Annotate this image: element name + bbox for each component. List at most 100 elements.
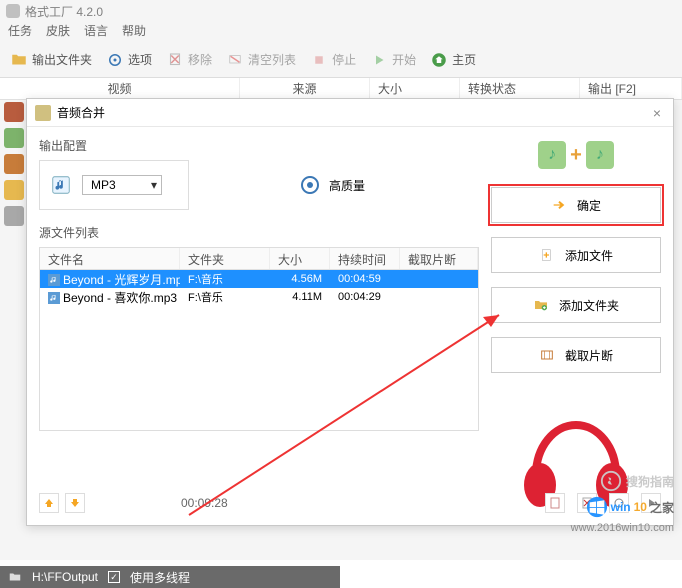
watermark: 搜狗指南 win10之家 www.2016win10.com: [571, 470, 674, 534]
quality-icon: [301, 176, 319, 194]
close-button[interactable]: ×: [649, 105, 665, 121]
format-value: MP3: [91, 178, 116, 192]
side-tab-1[interactable]: [4, 102, 24, 122]
format-select[interactable]: MP3: [82, 175, 162, 195]
source-table: 文件名 文件夹 大小 持续时间 截取片断 Beyond - 光辉岁月.mp3 F…: [39, 247, 479, 431]
options-label: 选项: [128, 51, 152, 68]
multithread-checkbox[interactable]: ✓: [108, 571, 120, 583]
note-icon: ♪: [538, 141, 566, 169]
side-tab-2[interactable]: [4, 128, 24, 148]
clip-icon: [539, 347, 555, 363]
side-tab-4[interactable]: [4, 180, 24, 200]
statusbar: H:\FFOutput ✓ 使用多线程: [0, 566, 340, 588]
clip-button[interactable]: 截取片断: [491, 337, 661, 373]
side-tab-5[interactable]: [4, 206, 24, 226]
watermark-host: www.2016win10.com: [571, 522, 674, 534]
menu-help[interactable]: 帮助: [122, 22, 146, 42]
menu-task[interactable]: 任务: [8, 22, 32, 42]
app-title: 格式工厂 4.2.0: [25, 3, 103, 20]
col-video[interactable]: 视频: [0, 78, 240, 99]
col-output[interactable]: 输出 [F2]: [580, 78, 682, 99]
th-size[interactable]: 大小: [270, 248, 330, 269]
merge-graphic: ♪ + ♪: [491, 137, 661, 173]
start-label: 开始: [392, 51, 416, 68]
dialog-icon: [35, 105, 51, 121]
plus-icon: +: [570, 144, 582, 167]
options-button[interactable]: 选项: [102, 49, 156, 71]
ok-button[interactable]: 确定: [491, 187, 661, 223]
side-tab-3[interactable]: [4, 154, 24, 174]
cell-folder: F:\音乐: [180, 288, 270, 306]
col-status[interactable]: 转换状态: [460, 78, 580, 99]
quality-label: 高质量: [329, 177, 365, 194]
add-file-label: 添加文件: [565, 247, 613, 264]
folder-icon: [8, 570, 22, 584]
source-list-label: 源文件列表: [39, 224, 479, 241]
output-folder-button[interactable]: 输出文件夹: [6, 49, 96, 71]
add-folder-button[interactable]: 添加文件夹: [491, 287, 661, 323]
move-up-button[interactable]: [39, 493, 59, 513]
folder-icon: [10, 51, 28, 69]
add-folder-icon: [533, 297, 549, 313]
clear-list-button[interactable]: 清空列表: [222, 49, 300, 71]
table-row[interactable]: Beyond - 光辉岁月.mp3 F:\音乐 4.56M 00:04:59: [40, 270, 478, 288]
th-duration[interactable]: 持续时间: [330, 248, 400, 269]
menubar: 任务 皮肤 语言 帮助: [0, 22, 682, 42]
arrow-down-icon: [69, 497, 81, 509]
toolbar: 输出文件夹 选项 移除 清空列表 停止 开始 主页: [0, 42, 682, 78]
col-source[interactable]: 来源: [240, 78, 370, 99]
home-icon: [430, 51, 448, 69]
remove-icon: [166, 51, 184, 69]
total-duration: 00:09:28: [181, 496, 228, 510]
home-label: 主页: [452, 51, 476, 68]
arrow-up-icon: [43, 497, 55, 509]
mini-btn-1[interactable]: [545, 493, 565, 513]
arrow-right-icon: [551, 197, 567, 213]
dialog-titlebar: 音频合并 ×: [27, 99, 673, 127]
audio-file-icon: [48, 274, 60, 286]
source-file-box: 源文件列表 文件名 文件夹 大小 持续时间 截取片断 Beyond - 光辉岁月…: [39, 224, 479, 431]
watermark-1: 搜狗指南: [600, 470, 674, 492]
start-button[interactable]: 开始: [366, 49, 420, 71]
home-button[interactable]: 主页: [426, 49, 480, 71]
move-down-button[interactable]: [65, 493, 85, 513]
dialog-body: 输出配置 MP3 高质量 ♪ + ♪ 确定: [27, 127, 673, 525]
table-row[interactable]: Beyond - 喜欢你.mp3 F:\音乐 4.11M 00:04:29: [40, 288, 478, 306]
start-icon: [370, 51, 388, 69]
cell-name: Beyond - 喜欢你.mp3: [40, 288, 180, 307]
stop-button[interactable]: 停止: [306, 49, 360, 71]
cell-duration: 00:04:59: [330, 272, 400, 286]
stop-icon: [310, 51, 328, 69]
clear-list-label: 清空列表: [248, 51, 296, 68]
output-config-box: MP3: [39, 160, 189, 210]
dialog-title: 音频合并: [57, 104, 105, 121]
output-folder-label: 输出文件夹: [32, 51, 92, 68]
menu-lang[interactable]: 语言: [84, 22, 108, 42]
th-folder[interactable]: 文件夹: [180, 248, 270, 269]
audio-file-icon: [48, 292, 60, 304]
win10-icon: [586, 496, 608, 518]
menu-skin[interactable]: 皮肤: [46, 22, 70, 42]
remove-button[interactable]: 移除: [162, 49, 216, 71]
col-size[interactable]: 大小: [370, 78, 460, 99]
quality-button[interactable]: 高质量: [203, 160, 463, 210]
cell-size: 4.11M: [270, 290, 330, 304]
output-path: H:\FFOutput: [32, 570, 98, 584]
remove-label: 移除: [188, 51, 212, 68]
table-header: 文件名 文件夹 大小 持续时间 截取片断: [40, 248, 478, 270]
add-file-icon: [539, 247, 555, 263]
audio-format-icon: [50, 174, 72, 196]
side-strip: [0, 100, 28, 226]
note-icon: ♪: [586, 141, 614, 169]
table-body: Beyond - 光辉岁月.mp3 F:\音乐 4.56M 00:04:59 B…: [40, 270, 478, 430]
cell-duration: 00:04:29: [330, 290, 400, 304]
main-window: 格式工厂 4.2.0 任务 皮肤 语言 帮助 输出文件夹 选项 移除 清空列表 …: [0, 0, 682, 560]
th-name[interactable]: 文件名: [40, 248, 180, 269]
right-panel: ♪ + ♪ 确定 添加文件 添加文件夹 截取片断: [491, 137, 661, 515]
cell-name: Beyond - 光辉岁月.mp3: [40, 270, 180, 289]
cell-size: 4.56M: [270, 272, 330, 286]
add-file-button[interactable]: 添加文件: [491, 237, 661, 273]
add-folder-label: 添加文件夹: [559, 297, 619, 314]
th-range[interactable]: 截取片断: [400, 248, 478, 269]
stop-label: 停止: [332, 51, 356, 68]
